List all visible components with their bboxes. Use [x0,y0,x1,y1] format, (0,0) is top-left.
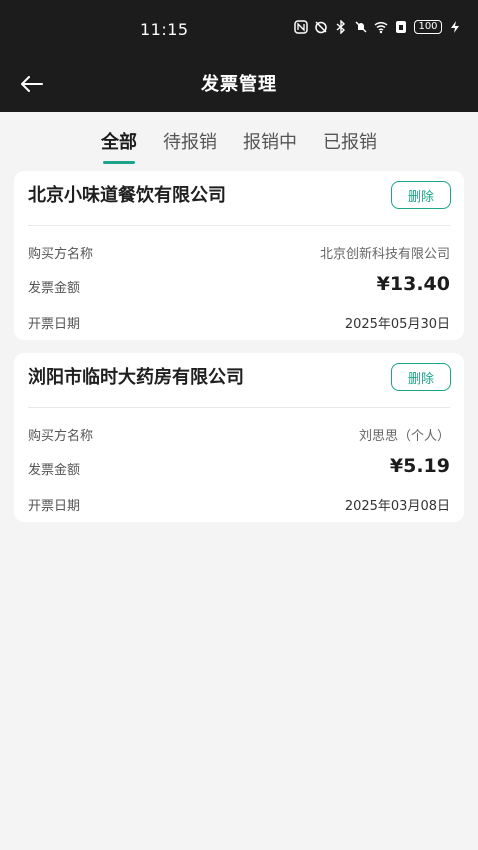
buyer-value: 北京创新科技有限公司 [319,247,450,262]
date-value: 2025年03月08日 [344,499,450,514]
status-time: 11:15 [140,20,189,39]
charging-icon [451,21,459,33]
date-label: 开票日期 [28,499,81,514]
amount-row: 发票金额 ¥5.19 [28,455,450,479]
delete-button[interactable]: 删除 [391,181,451,209]
delete-button[interactable]: 删除 [391,363,451,391]
buyer-row: 购买方名称 刘思思（个人） [28,425,450,445]
date-row: 开票日期 2025年05月30日 [28,313,450,333]
amount-label: 发票金额 [28,281,81,296]
tab-pending[interactable]: 待报销 [163,124,217,158]
mute-icon [355,21,367,33]
invoice-company: 北京小味道餐饮有限公司 [28,185,226,206]
amount-label: 发票金额 [28,463,81,478]
nfc-icon [294,20,308,34]
wifi-icon [374,21,388,34]
buyer-label: 购买方名称 [28,247,94,262]
buyer-row: 购买方名称 北京创新科技有限公司 [28,243,450,263]
nav-bar: 发票管理 [0,56,478,112]
divider [28,407,450,408]
sim-icon [396,21,406,33]
buyer-label: 购买方名称 [28,429,94,444]
status-bar: 11:15 100 [0,0,478,56]
status-icons: 100 [294,20,462,34]
date-row: 开票日期 2025年03月08日 [28,495,450,515]
tab-reimbursed[interactable]: 已报销 [323,124,377,158]
invoice-company: 浏阳市临时大药房有限公司 [28,367,244,388]
divider [28,225,450,226]
date-label: 开票日期 [28,317,81,332]
tab-in-progress[interactable]: 报销中 [243,124,297,158]
tab-all[interactable]: 全部 [101,124,137,164]
invoice-card[interactable]: 浏阳市临时大药房有限公司 删除 购买方名称 刘思思（个人） 发票金额 ¥5.19… [14,353,464,522]
amount-value: ¥5.19 [389,455,450,477]
filter-tabs: 全部 待报销 报销中 已报销 [0,112,478,170]
alarm-off-icon [315,21,327,34]
bluetooth-icon [336,20,346,34]
date-value: 2025年05月30日 [344,317,450,332]
amount-row: 发票金额 ¥13.40 [28,273,450,297]
amount-value: ¥13.40 [376,273,450,295]
page-title: 发票管理 [201,74,277,95]
buyer-value: 刘思思（个人） [358,429,450,444]
battery-icon: 100 [414,20,442,34]
invoice-card[interactable]: 北京小味道餐饮有限公司 删除 购买方名称 北京创新科技有限公司 发票金额 ¥13… [14,171,464,340]
